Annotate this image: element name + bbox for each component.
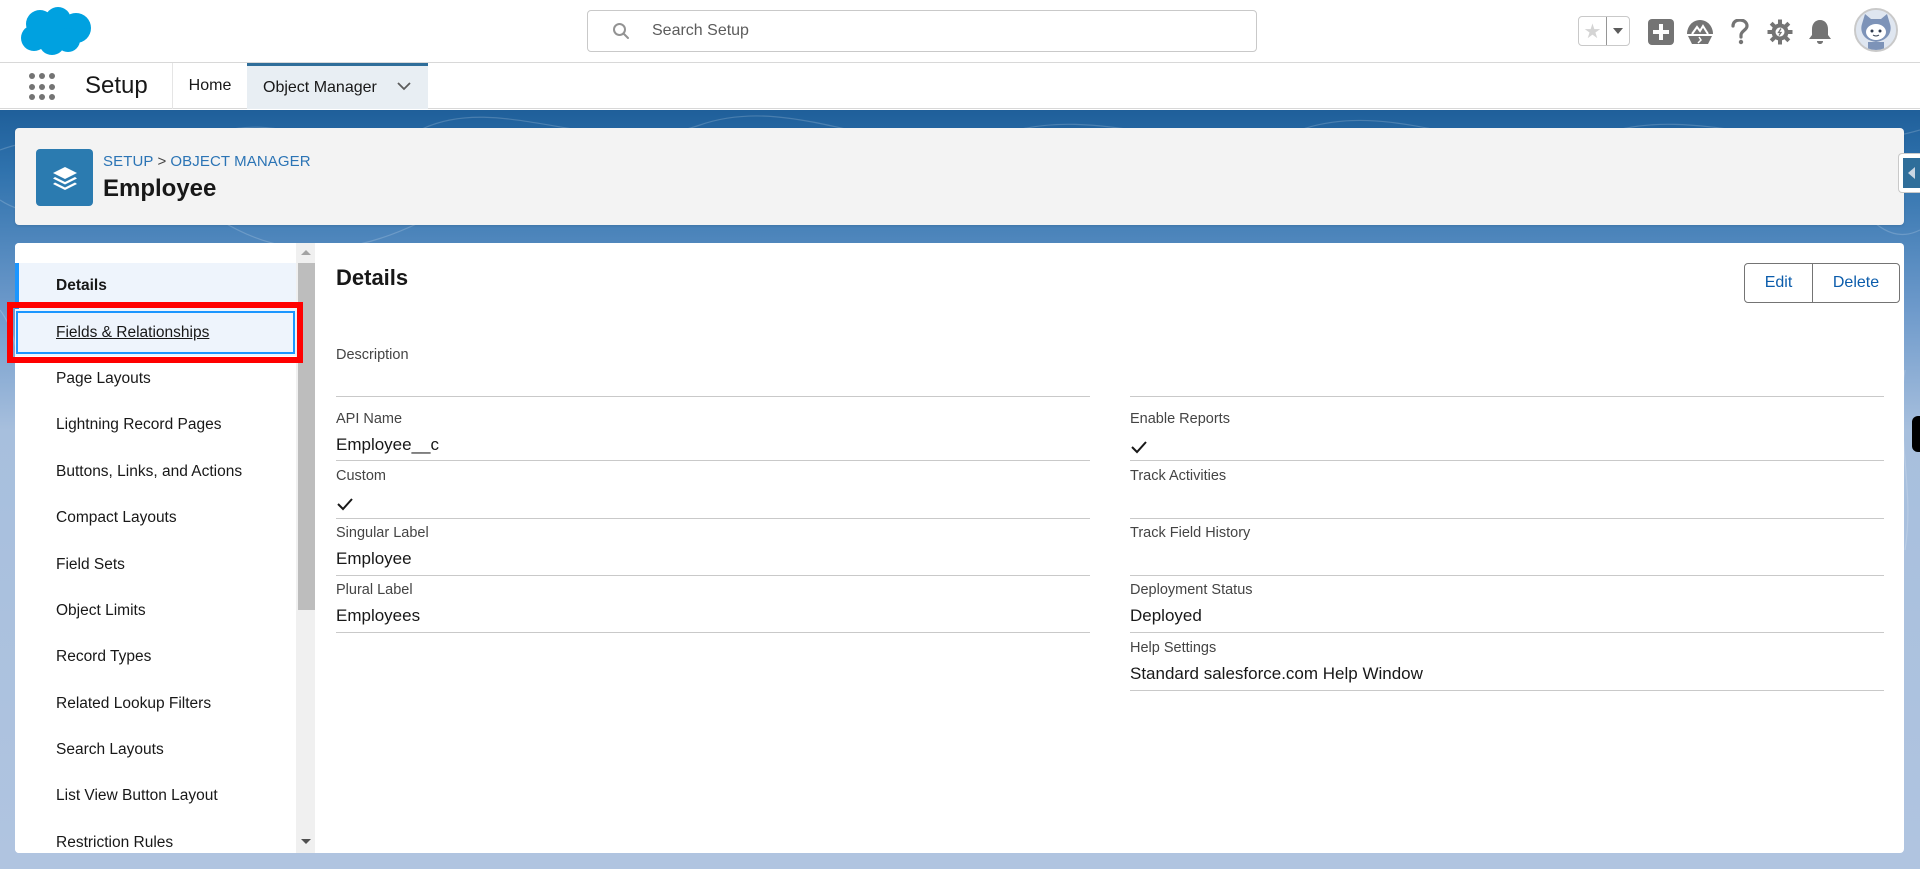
chevron-left-icon bbox=[1908, 167, 1915, 179]
field-enable-reports: Enable Reports bbox=[1130, 411, 1884, 461]
sidebar-item-lightning-record-pages[interactable]: Lightning Record Pages bbox=[15, 402, 296, 448]
favorites-dropdown-icon[interactable] bbox=[1607, 17, 1629, 45]
user-avatar[interactable] bbox=[1854, 8, 1898, 52]
sidebar-item-field-sets[interactable]: Field Sets bbox=[15, 541, 296, 587]
field-spacer bbox=[1130, 347, 1884, 397]
object-sidebar: Details Fields & Relationships Page Layo… bbox=[15, 243, 315, 853]
focus-ring bbox=[16, 311, 295, 354]
sidebar-item-details[interactable]: Details bbox=[15, 263, 296, 310]
layers-icon bbox=[52, 166, 77, 190]
field-track-field-history: Track Field History bbox=[1130, 525, 1884, 576]
field-plural-label: Plural Label Employees bbox=[336, 582, 1090, 633]
main-panel: Details Fields & Relationships Page Layo… bbox=[15, 243, 1904, 853]
notifications-bell-icon[interactable] bbox=[1806, 18, 1834, 46]
global-header: ★ bbox=[0, 0, 1920, 63]
sidebar-item-label: Field Sets bbox=[56, 555, 125, 573]
breadcrumb-object-manager-link[interactable]: OBJECT MANAGER bbox=[170, 153, 310, 170]
field-value: Deployed bbox=[1130, 606, 1202, 625]
checkmark-icon bbox=[337, 498, 353, 511]
help-icon[interactable] bbox=[1726, 18, 1754, 46]
field-label: Track Field History bbox=[1130, 525, 1251, 541]
field-label: Enable Reports bbox=[1130, 411, 1230, 427]
sidebar-item-page-layouts[interactable]: Page Layouts bbox=[15, 356, 296, 402]
chevron-down-icon[interactable] bbox=[396, 78, 412, 94]
sidebar-item-label: Page Layouts bbox=[56, 369, 151, 387]
sidebar-item-restriction-rules[interactable]: Restriction Rules bbox=[15, 820, 296, 853]
sidebar-item-label: Lightning Record Pages bbox=[56, 416, 222, 434]
sidebar-list: Details Fields & Relationships Page Layo… bbox=[15, 263, 296, 853]
field-value: Employee__c bbox=[336, 435, 440, 454]
search-input[interactable] bbox=[652, 19, 1232, 43]
sidebar-item-compact-layouts[interactable]: Compact Layouts bbox=[15, 495, 296, 541]
salesforce-logo[interactable] bbox=[18, 6, 94, 56]
field-label: Plural Label bbox=[336, 582, 413, 598]
side-drag-handle[interactable] bbox=[1912, 416, 1920, 452]
scroll-down-arrow-icon[interactable] bbox=[301, 839, 311, 844]
sidebar-item-search-layouts[interactable]: Search Layouts bbox=[15, 727, 296, 773]
field-label: Custom bbox=[336, 468, 386, 484]
field-label: Deployment Status bbox=[1130, 582, 1253, 598]
field-value: Standard salesforce.com Help Window bbox=[1130, 664, 1423, 683]
tab-home-label: Home bbox=[188, 77, 232, 94]
field-help-settings: Help Settings Standard salesforce.com He… bbox=[1130, 640, 1884, 691]
scrollbar-thumb[interactable] bbox=[298, 263, 315, 610]
favorites-group: ★ bbox=[1578, 16, 1630, 46]
field-label: API Name bbox=[336, 411, 403, 427]
global-create-icon[interactable] bbox=[1647, 18, 1675, 46]
tab-home[interactable]: Home bbox=[172, 63, 247, 109]
field-label: Track Activities bbox=[1130, 468, 1227, 484]
details-content: Details Edit Delete Description API Name… bbox=[336, 243, 1904, 853]
sidebar-item-label: Search Layouts bbox=[56, 741, 164, 759]
sidebar-item-label: Record Types bbox=[56, 648, 152, 666]
sidebar-item-record-types[interactable]: Record Types bbox=[15, 634, 296, 680]
breadcrumb-setup-link[interactable]: SETUP bbox=[103, 153, 154, 170]
sidebar-item-label: Restriction Rules bbox=[56, 833, 174, 851]
object-header: SETUP > OBJECT MANAGER Employee bbox=[15, 128, 1904, 225]
field-label: Description bbox=[336, 347, 409, 363]
search-setup-box[interactable] bbox=[587, 10, 1257, 52]
edit-button[interactable]: Edit bbox=[1745, 264, 1813, 302]
search-icon bbox=[613, 23, 629, 39]
breadcrumb-separator: > bbox=[157, 153, 167, 170]
app-name: Setup bbox=[85, 72, 148, 99]
field-value: Employee bbox=[336, 549, 412, 568]
sidebar-scrollbar[interactable] bbox=[296, 243, 315, 853]
checkmark-icon bbox=[1131, 441, 1147, 454]
sidebar-item-label: List View Button Layout bbox=[56, 787, 218, 805]
field-label: Singular Label bbox=[336, 525, 429, 541]
field-deployment-status: Deployment Status Deployed bbox=[1130, 582, 1884, 633]
field-api-name: API Name Employee__c bbox=[336, 411, 1090, 461]
trailhead-icon[interactable] bbox=[1686, 18, 1714, 46]
side-panel-toggle[interactable] bbox=[1898, 153, 1920, 193]
favorites-star-icon[interactable]: ★ bbox=[1579, 17, 1607, 45]
scroll-up-arrow-icon[interactable] bbox=[301, 250, 311, 255]
app-nav-bar: Setup Home Object Manager bbox=[0, 63, 1920, 109]
field-track-activities: Track Activities bbox=[1130, 468, 1884, 519]
field-label: Help Settings bbox=[1130, 640, 1217, 656]
breadcrumb: SETUP > OBJECT MANAGER bbox=[103, 153, 311, 170]
sidebar-item-label: Compact Layouts bbox=[56, 509, 177, 527]
delete-button[interactable]: Delete bbox=[1813, 264, 1899, 302]
details-button-group: Edit Delete bbox=[1744, 263, 1900, 303]
sidebar-item-label: Details bbox=[56, 277, 107, 295]
sidebar-item-label: Buttons, Links, and Actions bbox=[56, 462, 243, 480]
details-title: Details bbox=[336, 265, 409, 290]
field-singular-label: Singular Label Employee bbox=[336, 525, 1090, 576]
sidebar-item-label: Object Limits bbox=[56, 601, 146, 619]
sidebar-item-list-view-button-layout[interactable]: List View Button Layout bbox=[15, 773, 296, 819]
sidebar-item-label: Related Lookup Filters bbox=[56, 694, 212, 712]
tab-object-manager-label: Object Manager bbox=[263, 78, 377, 96]
tab-object-manager[interactable]: Object Manager bbox=[247, 63, 428, 109]
field-value: Employees bbox=[336, 606, 421, 625]
page-title: Employee bbox=[103, 175, 217, 202]
sidebar-item-related-lookup-filters[interactable]: Related Lookup Filters bbox=[15, 681, 296, 727]
object-icon bbox=[36, 149, 93, 206]
app-launcher-icon[interactable] bbox=[29, 73, 57, 101]
sidebar-item-object-limits[interactable]: Object Limits bbox=[15, 588, 296, 634]
field-custom: Custom bbox=[336, 468, 1090, 519]
field-description: Description bbox=[336, 347, 1090, 397]
sidebar-item-fields-relationships[interactable]: Fields & Relationships bbox=[15, 309, 296, 356]
setup-gear-icon[interactable] bbox=[1766, 18, 1794, 46]
sidebar-item-buttons-links-actions[interactable]: Buttons, Links, and Actions bbox=[15, 449, 296, 495]
